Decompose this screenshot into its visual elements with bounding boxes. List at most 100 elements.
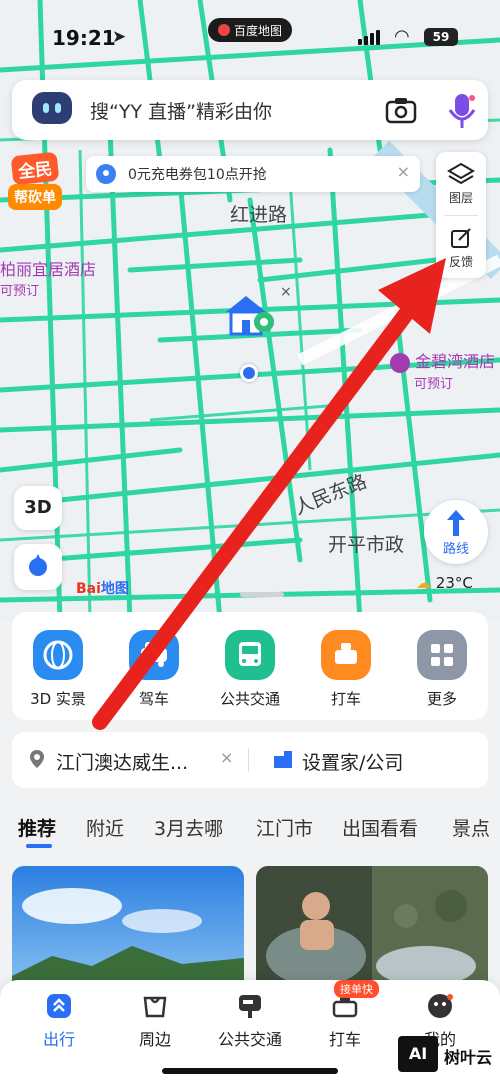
globe-icon [33, 630, 83, 680]
nav-item-taxi[interactable]: 打车 [300, 992, 390, 1050]
feedback-label: 反馈 [448, 255, 473, 269]
watermark: AI 树叶云 [398, 1036, 496, 1072]
quick-action-transit[interactable]: 公共交通 [212, 630, 288, 709]
nav-label: 公共交通 [217, 1030, 282, 1049]
map-side-toolbar: 图层 反馈 [436, 152, 486, 278]
status-time: 19:21 [52, 26, 116, 50]
compass-icon [29, 554, 47, 576]
poi-hotel[interactable]: 柏丽宜居酒店 可预订 [0, 256, 96, 299]
recent-destination[interactable]: 江门澳达威生... [56, 748, 188, 775]
hotspring-image [256, 866, 488, 996]
active-tab-indicator [26, 844, 52, 848]
taxi-badge: 接单快 [334, 980, 379, 998]
tab-jiangmen[interactable]: 江门市 [256, 814, 313, 841]
transit-icon [236, 992, 264, 1020]
route-arrow-icon [447, 510, 465, 536]
quick-action-3d[interactable]: 3D 实景 [20, 630, 96, 709]
quick-action-label: 公共交通 [219, 690, 280, 708]
watermark-logo: AI [398, 1036, 438, 1072]
feedback-button[interactable]: 反馈 [436, 216, 486, 278]
house-icon [226, 296, 274, 336]
weather-temp: 23°C [435, 574, 473, 592]
promo-line1: 全民 [10, 151, 60, 186]
taxi-icon [321, 630, 371, 680]
quick-actions-card: 3D 实景 驾车 公共交通 打车 更多 [12, 592, 488, 720]
nav-label: 出行 [42, 1030, 75, 1049]
current-location-dot [240, 364, 258, 382]
search-bar[interactable]: 搜“YY 直播”精彩由你 [12, 80, 488, 140]
baidu-logo: Bai地图 [76, 581, 129, 597]
search-placeholder[interactable]: 搜“YY 直播”精彩由你 [90, 97, 272, 124]
app-pill-label: 百度地图 [233, 23, 282, 38]
destination-bar: 江门澳达威生... × 设置家/公司 [12, 732, 488, 788]
route-button[interactable]: 路线 [424, 500, 488, 564]
home-company-icon [274, 751, 292, 768]
3d-toggle-button[interactable]: 3D [14, 486, 62, 530]
set-home-company[interactable]: 设置家/公司 [302, 748, 403, 775]
nav-label: 打车 [328, 1030, 361, 1049]
coupon-text: 0元充电券包10点开抢 [128, 167, 267, 183]
tab-scenic[interactable]: 景点 [452, 814, 490, 841]
layers-button[interactable]: 图层 [436, 152, 486, 214]
assistant-robot-icon[interactable] [28, 90, 76, 134]
nav-label: 周边 [138, 1030, 171, 1049]
poi-name: 金碧湾酒店 [415, 352, 496, 371]
voice-mic-icon[interactable] [442, 90, 482, 132]
home-indicator[interactable] [162, 1068, 338, 1074]
drag-handle[interactable] [240, 592, 284, 597]
promo-badge[interactable]: 全民 帮砍单 [8, 151, 82, 214]
close-icon[interactable]: × [397, 162, 410, 181]
cloud-sun-icon: ☁ [416, 574, 431, 592]
camera-icon[interactable] [384, 94, 418, 126]
quick-action-drive[interactable]: 驾车 [116, 630, 192, 709]
quick-action-label: 驾车 [138, 690, 169, 708]
feed-card-hotspring[interactable] [256, 866, 488, 996]
tab-abroad[interactable]: 出国看看 [342, 814, 418, 841]
close-icon[interactable]: × [280, 284, 292, 300]
feed-card-landscape[interactable] [12, 866, 244, 996]
tab-recommend[interactable]: 推荐 [18, 814, 56, 841]
tab-nearby[interactable]: 附近 [86, 814, 124, 841]
nearby-icon [141, 992, 169, 1020]
home-marker[interactable]: × [222, 284, 292, 340]
travel-icon [45, 992, 73, 1020]
route-label: 路线 [442, 542, 469, 557]
poi-sub: 可预订 [414, 376, 454, 392]
quick-action-more[interactable]: 更多 [404, 630, 480, 709]
location-pin-icon [30, 750, 44, 768]
landscape-image [12, 866, 244, 996]
locate-button[interactable] [14, 544, 62, 590]
feed-tabs: 推荐 附近 3月去哪 江门市 出国看看 景点 [0, 812, 500, 852]
layers-icon [447, 162, 475, 185]
bus-icon [225, 630, 275, 680]
quick-action-label: 打车 [330, 690, 361, 708]
road-label: 开平市政 [328, 534, 405, 556]
location-pin-icon [96, 164, 116, 184]
layers-label: 图层 [448, 191, 473, 205]
feedback-icon [451, 228, 471, 248]
coupon-banner[interactable]: 0元充电券包10点开抢 × [86, 156, 420, 192]
app-pill: 百度地图 [208, 18, 292, 42]
poi-hotel[interactable]: 金碧湾酒店 可预订 [390, 348, 495, 392]
poi-sub: 可预订 [0, 284, 40, 299]
quick-action-label: 3D 实景 [30, 690, 86, 708]
status-bar: 19:21 ➤ 百度地图 ◠ 59 [0, 18, 500, 58]
signal-icon [358, 30, 380, 45]
weather-widget[interactable]: ☁ 23°C [416, 574, 473, 592]
tab-march[interactable]: 3月去哪 [154, 814, 223, 841]
road-label: 红进路 [230, 204, 288, 226]
close-icon[interactable]: × [220, 748, 233, 767]
promo-line2: 帮砍单 [8, 184, 62, 210]
profile-icon [426, 992, 454, 1020]
nav-item-travel[interactable]: 出行 [14, 992, 104, 1050]
watermark-text: 树叶云 [444, 1048, 493, 1067]
location-arrow-icon: ➤ [112, 27, 127, 47]
divider [248, 748, 249, 772]
poi-icon [390, 352, 410, 373]
quick-action-taxi[interactable]: 打车 [308, 630, 384, 709]
nav-item-transit[interactable]: 公共交通 [205, 992, 295, 1050]
car-icon [129, 630, 179, 680]
poi-name: 柏丽宜居酒店 [0, 260, 97, 279]
nav-item-nearby[interactable]: 周边 [110, 992, 200, 1050]
map-pin-icon [217, 24, 230, 36]
